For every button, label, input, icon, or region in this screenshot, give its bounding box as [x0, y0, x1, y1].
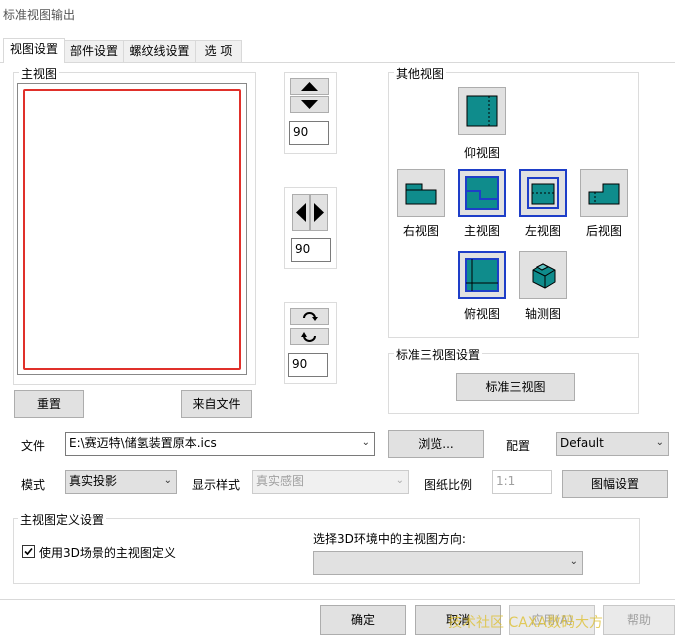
- mode-value: 真实投影: [69, 474, 118, 488]
- chevron-down-icon: ⌄: [361, 437, 370, 448]
- display-style-combo[interactable]: 真实感图 ⌄: [252, 470, 409, 494]
- top-view-button[interactable]: [458, 251, 506, 299]
- mode-combo[interactable]: 真实投影 ⌄: [65, 470, 177, 494]
- arrow-left-icon: [296, 203, 306, 222]
- arrow-up-icon: [301, 82, 318, 91]
- back-view-label: 后视图: [585, 224, 622, 238]
- rotate-down-button[interactable]: [290, 96, 329, 113]
- bottom-view-icon: [466, 95, 498, 127]
- front-view-button[interactable]: [458, 169, 506, 217]
- rotate-cw-icon: [303, 312, 318, 321]
- left-view-label: 左视图: [524, 224, 561, 238]
- ok-button[interactable]: 确定: [320, 605, 406, 635]
- watermark: 技术社区 CAXA数码大方: [448, 615, 603, 631]
- direction-combo[interactable]: ⌄: [313, 551, 583, 575]
- from-file-button[interactable]: 来自文件: [181, 390, 252, 418]
- axonometric-view-button[interactable]: [519, 251, 567, 299]
- vertical-rotate-input[interactable]: 90: [289, 121, 329, 145]
- main-view-preview: [23, 89, 241, 370]
- display-style-label: 显示样式: [192, 478, 241, 492]
- tab-thread-settings[interactable]: 螺纹线设置: [123, 40, 196, 62]
- tab-options[interactable]: 选 项: [195, 40, 242, 62]
- tab-part-settings[interactable]: 部件设置: [64, 40, 124, 62]
- standard-three-view-button[interactable]: 标准三视图: [456, 373, 575, 401]
- chevron-down-icon: ⌄: [395, 475, 404, 486]
- help-button[interactable]: 帮助: [603, 605, 675, 635]
- main-view-definition-group-label: 主视图定义设置: [18, 511, 107, 528]
- horizontal-rotate-input[interactable]: 90: [291, 238, 331, 262]
- config-value: Default: [560, 436, 604, 450]
- arrow-down-icon: [301, 100, 318, 109]
- bottom-view-button[interactable]: [458, 87, 506, 135]
- rotate-left-button[interactable]: [292, 194, 310, 231]
- browse-button[interactable]: 浏览...: [388, 430, 484, 458]
- chevron-down-icon: ⌄: [569, 556, 578, 567]
- top-view-label: 俯视图: [463, 307, 500, 321]
- rotate-right-button[interactable]: [310, 194, 328, 231]
- back-view-icon: [588, 183, 620, 205]
- main-view-preview-frame: [17, 83, 247, 375]
- config-label: 配置: [506, 439, 531, 453]
- left-view-button[interactable]: [519, 169, 567, 217]
- rotate-cw-button[interactable]: [290, 308, 329, 325]
- rotate-ccw-button[interactable]: [290, 328, 329, 345]
- back-view-button[interactable]: [580, 169, 628, 217]
- checkmark-icon: [24, 547, 33, 556]
- file-path-combo[interactable]: E:\赛迈特\储氢装置原本.ics ⌄: [65, 432, 375, 456]
- bottom-view-label: 仰视图: [463, 146, 500, 160]
- main-view-group-label: 主视图: [19, 65, 60, 82]
- front-view-label: 主视图: [463, 224, 500, 238]
- right-view-label: 右视图: [402, 224, 439, 238]
- mode-label: 模式: [21, 478, 46, 492]
- rotate-up-button[interactable]: [290, 78, 329, 95]
- chevron-down-icon: ⌄: [655, 437, 664, 448]
- config-combo[interactable]: Default ⌄: [556, 432, 669, 456]
- window-title: 标准视图输出: [3, 8, 76, 22]
- title-bar: 标准视图输出: [0, 0, 675, 30]
- display-style-value: 真实感图: [256, 474, 305, 488]
- frame-settings-button[interactable]: 图幅设置: [562, 470, 668, 498]
- arrow-right-icon: [314, 203, 324, 222]
- standard-three-view-group-label: 标准三视图设置: [394, 346, 483, 363]
- rotate-ccw-icon: [301, 332, 316, 342]
- tab-view-settings[interactable]: 视图设置: [3, 38, 65, 63]
- chevron-down-icon: ⌄: [163, 475, 172, 486]
- scale-label: 图纸比例: [424, 478, 473, 492]
- front-view-icon: [465, 176, 499, 210]
- file-label: 文件: [21, 439, 46, 453]
- file-path-value: E:\赛迈特\储氢装置原本.ics: [69, 436, 217, 450]
- direction-label: 选择3D环境中的主视图方向:: [313, 532, 466, 546]
- inplane-rotate-input[interactable]: 90: [288, 353, 328, 377]
- other-views-group-label: 其他视图: [394, 65, 447, 82]
- axonometric-view-label: 轴测图: [524, 307, 561, 321]
- right-view-button[interactable]: [397, 169, 445, 217]
- top-view-icon: [465, 258, 499, 292]
- axonometric-view-icon: [532, 263, 556, 289]
- left-view-icon: [527, 177, 559, 209]
- scale-input[interactable]: 1:1: [492, 470, 552, 494]
- right-view-icon: [405, 183, 437, 205]
- use-3d-definition-label: 使用3D场景的主视图定义: [39, 546, 176, 560]
- use-3d-definition-checkbox[interactable]: [22, 545, 35, 558]
- reset-button[interactable]: 重置: [14, 390, 84, 418]
